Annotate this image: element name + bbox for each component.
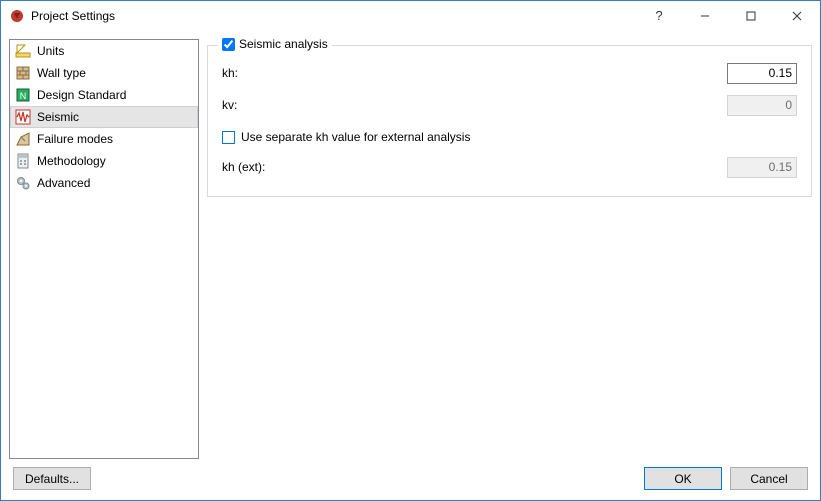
window-controls: ? xyxy=(636,1,820,31)
dialog-footer: Defaults... OK Cancel xyxy=(9,459,812,500)
separate-kh-row: Use separate kh value for external analy… xyxy=(222,124,797,150)
kh-ext-label: kh (ext): xyxy=(222,160,727,174)
svg-text:?: ? xyxy=(655,9,662,23)
window-title: Project Settings xyxy=(31,9,636,23)
project-settings-dialog: Project Settings ? Units xyxy=(0,0,821,501)
ruler-icon xyxy=(15,43,31,59)
sidebar-item-failure-modes[interactable]: Failure modes xyxy=(10,128,198,150)
sidebar-item-label: Seismic xyxy=(37,110,79,124)
minimize-button[interactable] xyxy=(682,1,728,31)
content-area: Units Wall type N Design Standard xyxy=(9,39,812,459)
gears-icon xyxy=(15,175,31,191)
kv-input xyxy=(727,95,797,116)
seismic-analysis-checkbox[interactable] xyxy=(222,38,235,51)
sidebar-item-advanced[interactable]: Advanced xyxy=(10,172,198,194)
maximize-button[interactable] xyxy=(728,1,774,31)
sidebar-item-label: Advanced xyxy=(37,176,90,190)
cancel-button[interactable]: Cancel xyxy=(730,467,808,490)
kh-input[interactable] xyxy=(727,63,797,84)
kv-row: kv: xyxy=(222,90,797,120)
wall-icon xyxy=(15,65,31,81)
sidebar-item-label: Methodology xyxy=(37,154,106,168)
sidebar-item-units[interactable]: Units xyxy=(10,40,198,62)
sidebar-item-label: Wall type xyxy=(37,66,86,80)
kh-ext-row: kh (ext): xyxy=(222,152,797,182)
svg-text:N: N xyxy=(20,91,27,101)
defaults-button[interactable]: Defaults... xyxy=(13,467,91,490)
settings-panel: Seismic analysis kh: kv: Use separate kh… xyxy=(207,39,812,459)
kv-label: kv: xyxy=(222,98,727,112)
calculator-icon xyxy=(15,153,31,169)
titlebar: Project Settings ? xyxy=(1,1,820,31)
sidebar-item-label: Failure modes xyxy=(37,132,113,146)
failure-icon xyxy=(15,131,31,147)
sidebar-item-label: Design Standard xyxy=(37,88,126,102)
sidebar-item-design-standard[interactable]: N Design Standard xyxy=(10,84,198,106)
groupbox-header: Seismic analysis xyxy=(218,37,332,51)
standard-icon: N xyxy=(15,87,31,103)
kh-ext-input xyxy=(727,157,797,178)
dialog-body: Units Wall type N Design Standard xyxy=(1,31,820,500)
separate-kh-checkbox[interactable] xyxy=(222,131,235,144)
sidebar-item-wall-type[interactable]: Wall type xyxy=(10,62,198,84)
category-list[interactable]: Units Wall type N Design Standard xyxy=(9,39,199,459)
seismic-groupbox: Seismic analysis kh: kv: Use separate kh… xyxy=(207,45,812,197)
app-icon xyxy=(9,8,25,24)
sidebar-item-methodology[interactable]: Methodology xyxy=(10,150,198,172)
close-button[interactable] xyxy=(774,1,820,31)
kh-label: kh: xyxy=(222,66,727,80)
ok-button[interactable]: OK xyxy=(644,467,722,490)
seismic-analysis-label: Seismic analysis xyxy=(239,37,328,51)
sidebar-item-seismic[interactable]: Seismic xyxy=(10,106,198,128)
help-button[interactable]: ? xyxy=(636,1,682,31)
kh-row: kh: xyxy=(222,58,797,88)
separate-kh-label: Use separate kh value for external analy… xyxy=(241,130,470,144)
seismic-icon xyxy=(15,109,31,125)
sidebar-item-label: Units xyxy=(37,44,64,58)
